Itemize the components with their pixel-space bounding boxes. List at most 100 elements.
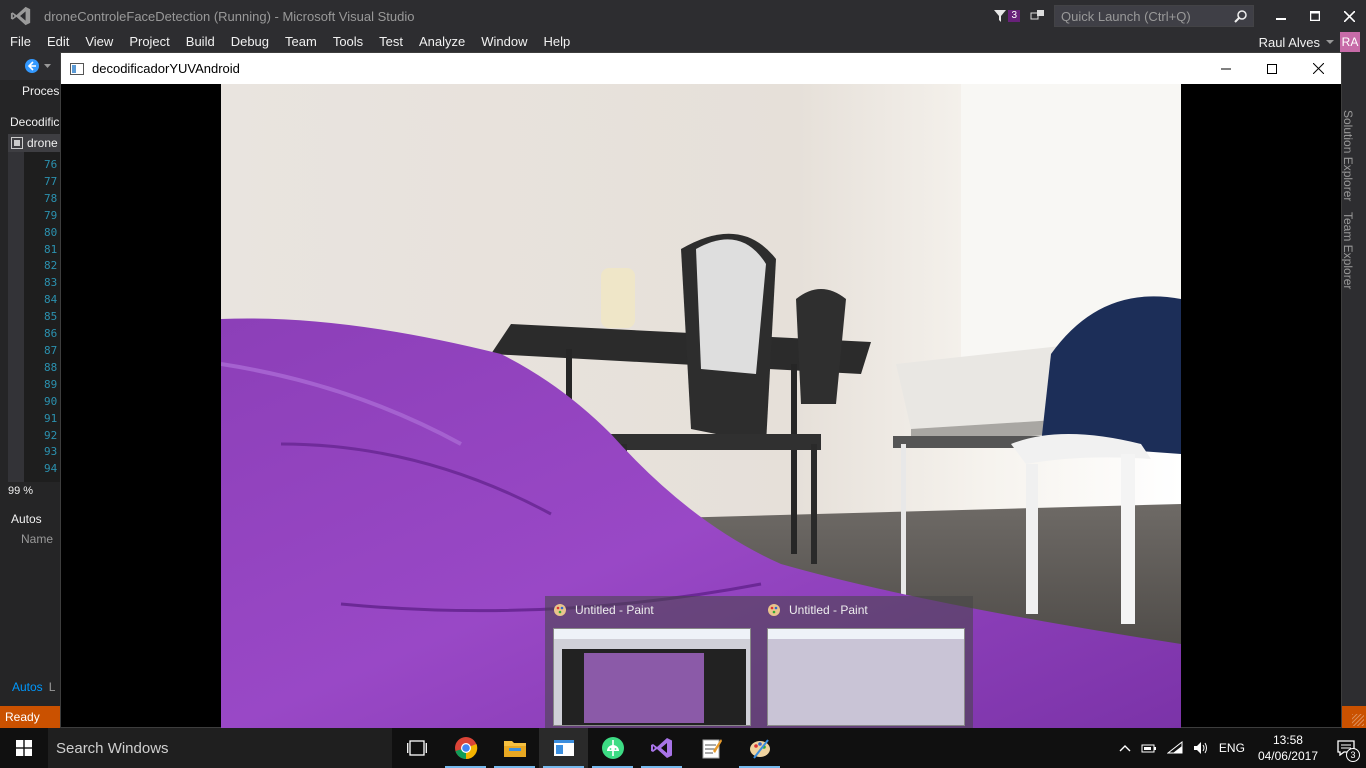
vs-minimize-button[interactable] <box>1264 0 1298 32</box>
search-icon <box>1234 9 1247 23</box>
vs-maximize-button[interactable] <box>1298 0 1332 32</box>
autos-name-column[interactable]: Name <box>21 532 53 546</box>
app-close-button[interactable] <box>1295 53 1341 84</box>
menu-analyze[interactable]: Analyze <box>411 33 473 51</box>
notifications-button[interactable]: 3 <box>993 9 1020 23</box>
menu-test[interactable]: Test <box>371 33 411 51</box>
search-placeholder: Search Windows <box>56 739 169 757</box>
menu-window[interactable]: Window <box>473 33 535 51</box>
taskbar-search[interactable]: Search Windows <box>48 728 392 768</box>
line-number: 89 <box>44 377 58 391</box>
menu-file[interactable]: File <box>0 33 39 51</box>
back-navigate-icon[interactable] <box>24 58 40 74</box>
volume-icon[interactable] <box>1193 741 1209 755</box>
menu-edit[interactable]: Edit <box>39 33 77 51</box>
vs-close-button[interactable] <box>1332 0 1366 32</box>
line-number: 82 <box>44 259 58 273</box>
zoom-level[interactable]: 99 % <box>8 485 33 497</box>
notepad-icon <box>702 739 722 759</box>
tab-team-explorer[interactable]: Team Explorer <box>1341 212 1355 289</box>
taskbar-notepad[interactable] <box>686 728 735 768</box>
taskbar-file-explorer[interactable] <box>490 728 539 768</box>
menu-team[interactable]: Team <box>277 33 325 51</box>
task-view-button[interactable] <box>392 728 441 768</box>
line-number: 83 <box>44 276 58 290</box>
editor-tab-label: drone <box>27 136 58 150</box>
feedback-icon[interactable] <box>1030 8 1046 24</box>
folder-icon <box>503 741 526 757</box>
taskbar: Search Windows ENG 13:58 04/06/2017 3 <box>0 728 1366 768</box>
line-number: 86 <box>44 327 58 341</box>
visual-studio-icon <box>650 738 672 758</box>
autos-pane-title: Autos <box>11 512 42 526</box>
app-minimize-button[interactable] <box>1203 53 1249 84</box>
battery-icon[interactable] <box>1141 742 1157 754</box>
notification-badge: 3 <box>1346 748 1360 762</box>
taskbar-decodificador-app[interactable] <box>539 728 588 768</box>
app-window-title: decodificadorYUVAndroid <box>92 61 240 76</box>
action-center-button[interactable]: 3 <box>1326 728 1366 768</box>
clock[interactable]: 13:58 04/06/2017 <box>1258 732 1318 764</box>
vs-menubar: File Edit View Project Build Debug Team … <box>0 32 1366 52</box>
user-account[interactable]: Raul Alves RA <box>1259 32 1366 52</box>
android-studio-icon <box>601 737 624 759</box>
thumbnail-paint-1[interactable]: Untitled - Paint <box>545 596 759 730</box>
thumbnail-image <box>767 628 965 726</box>
maximize-icon <box>1267 63 1277 74</box>
thumbnail-title: Untitled - Paint <box>575 603 654 617</box>
app-titlebar[interactable]: decodificadorYUVAndroid <box>61 53 1341 84</box>
thumbnail-paint-2[interactable]: Untitled - Paint <box>759 596 973 730</box>
menu-build[interactable]: Build <box>178 33 223 51</box>
user-name: Raul Alves <box>1258 34 1320 50</box>
menu-project[interactable]: Project <box>121 33 177 51</box>
line-number: 76 <box>44 158 58 171</box>
taskbar-visual-studio[interactable] <box>637 728 686 768</box>
menu-view[interactable]: View <box>77 33 121 51</box>
line-number: 91 <box>44 411 58 425</box>
tab-solution-explorer[interactable]: Solution Explorer <box>1341 110 1355 201</box>
taskbar-android-studio[interactable] <box>588 728 637 768</box>
menu-tools[interactable]: Tools <box>325 33 371 51</box>
taskbar-thumbnail-preview: Untitled - Paint Untitled - Paint <box>545 596 973 730</box>
menu-debug[interactable]: Debug <box>223 33 277 51</box>
line-number: 78 <box>44 191 58 205</box>
resize-grip[interactable] <box>1352 714 1364 726</box>
wifi-icon[interactable] <box>1166 741 1183 755</box>
line-number: 81 <box>44 242 58 256</box>
chrome-icon <box>454 737 477 760</box>
chevron-up-icon[interactable] <box>1119 744 1131 752</box>
visual-studio-logo-icon <box>10 6 31 26</box>
line-number: 92 <box>44 428 58 442</box>
csharp-file-icon <box>11 137 23 149</box>
language-indicator[interactable]: ENG <box>1219 741 1245 755</box>
debug-bottom-tabs: Autos L <box>8 680 57 694</box>
taskbar-chrome[interactable] <box>441 728 490 768</box>
thumbnail-title: Untitled - Paint <box>789 603 868 617</box>
menu-help[interactable]: Help <box>536 33 579 51</box>
clock-time: 13:58 <box>1272 733 1303 747</box>
start-button[interactable] <box>0 728 48 768</box>
close-icon <box>1343 10 1355 22</box>
line-number: 80 <box>44 225 58 239</box>
quick-launch-input[interactable]: Quick Launch (Ctrl+Q) <box>1054 5 1254 27</box>
chevron-down-icon <box>1326 40 1334 44</box>
chevron-down-icon[interactable] <box>44 64 51 69</box>
tab-autos[interactable]: Autos <box>8 680 47 694</box>
windows-logo-icon <box>16 740 32 756</box>
paint-icon <box>554 604 566 616</box>
quick-launch-placeholder: Quick Launch (Ctrl+Q) <box>1061 8 1191 24</box>
editor-tab-drone[interactable]: drone <box>8 134 62 152</box>
taskbar-paint[interactable] <box>735 728 784 768</box>
status-text: Ready <box>5 710 40 724</box>
line-number: 88 <box>44 360 58 374</box>
restore-icon <box>1310 11 1320 21</box>
clock-date: 04/06/2017 <box>1257 749 1318 763</box>
app-maximize-button[interactable] <box>1249 53 1295 84</box>
tab-locals[interactable]: L <box>47 680 58 694</box>
task-view-icon <box>406 740 427 756</box>
app-window-icon <box>70 62 84 75</box>
filter-flag-icon <box>994 10 1007 22</box>
notification-count: 3 <box>1008 10 1020 22</box>
line-number: 84 <box>44 293 58 307</box>
line-number: 87 <box>44 343 58 357</box>
